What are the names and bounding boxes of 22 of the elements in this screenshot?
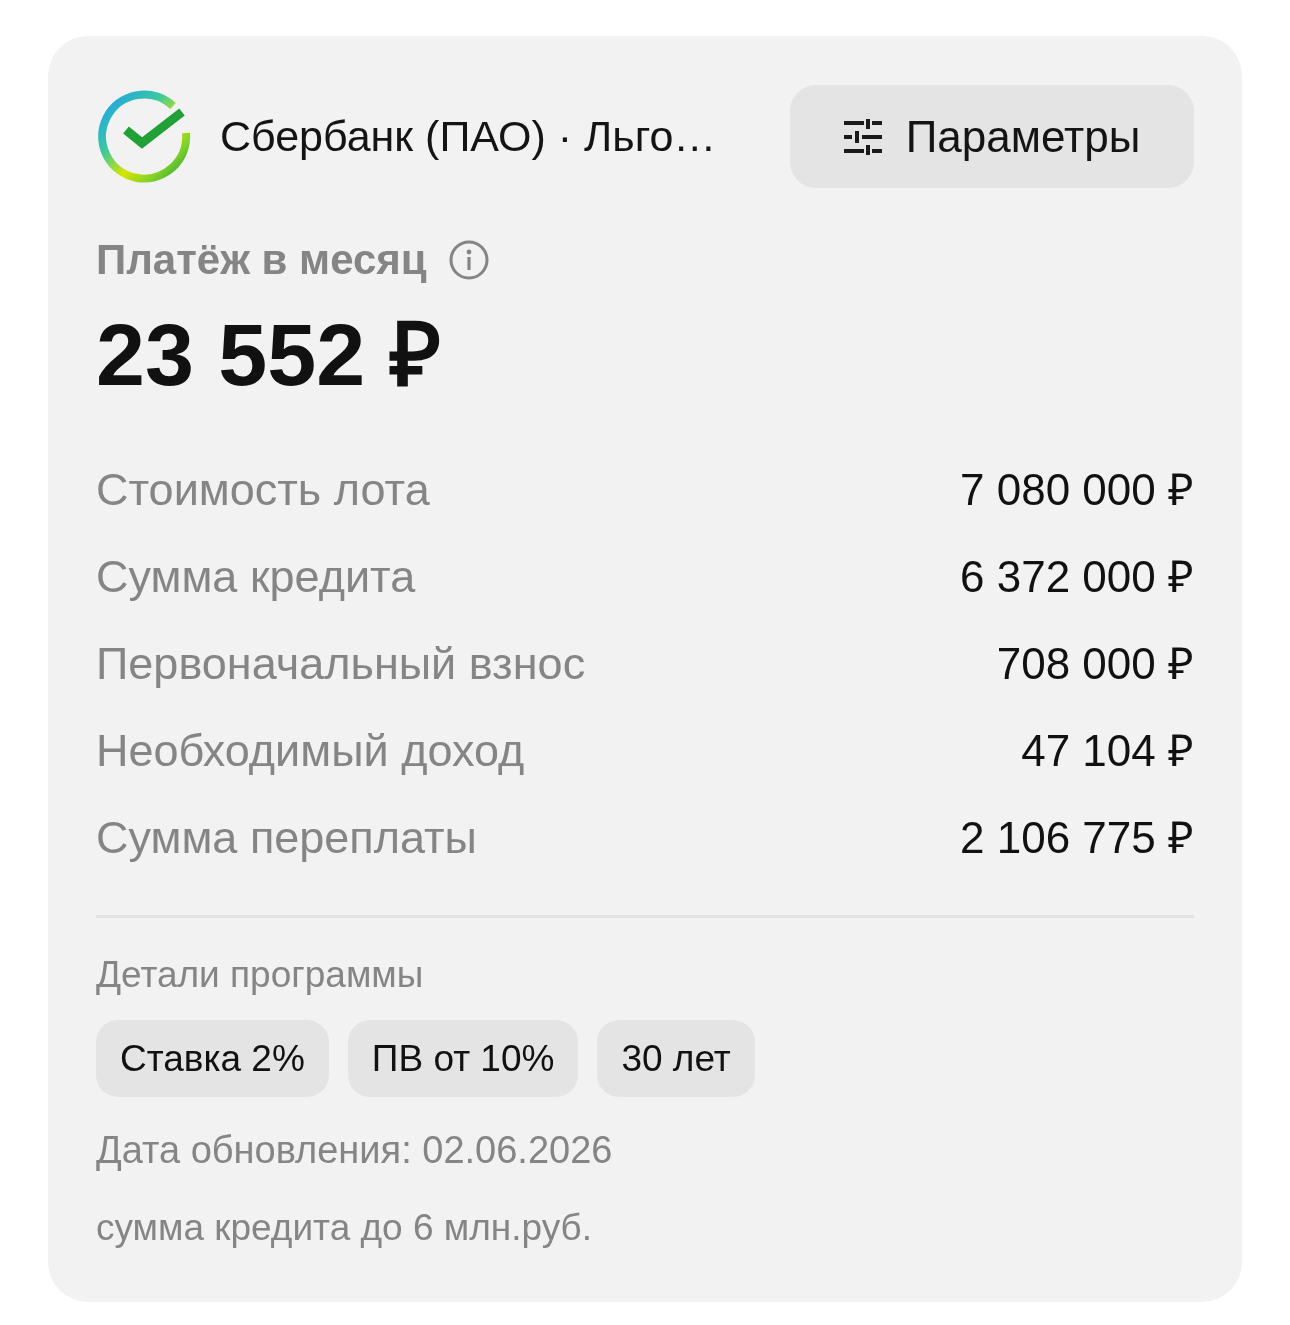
program-tag: 30 лет [597,1020,755,1097]
row-value: 708 000 ₽ [996,641,1194,686]
row-label: Стоимость лота [96,467,430,512]
parameters-button[interactable]: Параметры [790,85,1194,188]
row-value: 47 104 ₽ [1021,728,1194,773]
program-title: Детали программы [96,953,425,997]
row-label: Сумма переплаты [96,815,477,860]
row-value: 2 106 775 ₽ [960,815,1194,860]
row-value: 6 372 000 ₽ [960,554,1194,599]
loan-note: сумма кредита до 6 млн.руб. [96,1206,594,1250]
program-tag: Ставка 2% [96,1020,329,1097]
update-date: Дата обновления: 02.06.2026 [96,1128,614,1173]
row-label: Сумма кредита [96,554,416,599]
bank-title: Сбербанк (ПАО) · Льго… [220,115,718,158]
sliders-icon [843,118,882,155]
payment-amount: 23 552 ₽ [96,311,442,399]
row-label: Первоначальный взнос [96,641,586,686]
payment-label: Платёж в месяц [96,239,427,281]
program-tag: ПВ от 10% [347,1020,579,1097]
info-icon[interactable] [448,240,489,280]
row-value: 7 080 000 ₽ [960,467,1194,512]
row-label: Необходимый доход [96,728,525,773]
